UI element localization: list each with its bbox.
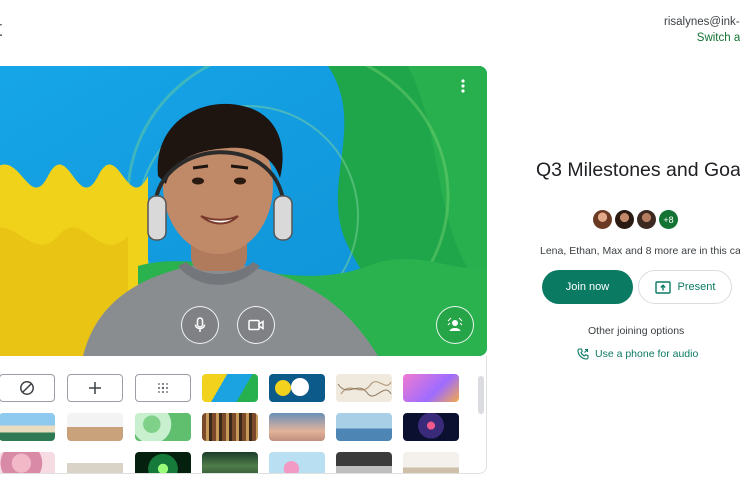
background-thumbnail[interactable] [202,374,258,402]
mic-button[interactable] [181,306,219,344]
video-preview [0,66,487,356]
background-thumbnail[interactable] [0,452,55,473]
background-thumbnail[interactable] [0,413,55,441]
add-background-button[interactable] [67,374,123,402]
switch-account-link[interactable]: Switch ac [664,30,740,46]
other-joining-options-label: Other joining options [588,325,685,337]
avatar [593,210,612,229]
background-thumbnail[interactable] [403,374,459,402]
background-thumbnail[interactable] [202,452,258,473]
more-options-button[interactable] [451,74,475,98]
account-email: risalynes@ink-4 [664,16,740,28]
account-info: risalynes@ink-4 Switch ac [664,14,740,46]
background-thumbnail[interactable] [336,413,392,441]
background-thumbnail[interactable] [135,413,191,441]
background-thumbnail[interactable] [336,452,392,473]
present-button[interactable]: Present [638,270,732,304]
effects-scrollbar[interactable] [478,376,484,414]
use-phone-audio-label: Use a phone for audio [595,348,699,360]
background-thumbnail[interactable] [269,374,325,402]
participant-avatars: +8 [593,210,678,229]
app-brand-fragment: t [0,16,2,42]
background-thumbnail[interactable] [269,452,325,473]
avatar [637,210,656,229]
background-effects-panel [0,356,487,474]
background-thumbnail[interactable] [269,413,325,441]
avatar [615,210,634,229]
add-icon [89,382,101,394]
more-participants-badge: +8 [659,210,678,229]
no-effect-button[interactable] [0,374,55,402]
camera-button[interactable] [237,306,275,344]
present-to-all-icon [654,280,671,294]
background-thumbnail[interactable] [135,452,191,473]
background-effects-icon [447,317,463,331]
more-vert-icon [461,79,465,93]
mic-icon [194,317,206,332]
background-thumbnail[interactable] [67,413,123,441]
blur-background-button[interactable] [135,374,191,402]
blur-icon [158,383,168,393]
participants-status: Lena, Ethan, Max and 8 more are in this … [540,245,740,257]
use-phone-audio-link[interactable]: Use a phone for audio [577,348,698,360]
phone-forwarded-icon [577,348,589,360]
present-label: Present [677,281,716,293]
videocam-icon [248,319,264,331]
block-icon [20,381,34,395]
background-thumbnail[interactable] [202,413,258,441]
background-thumbnail[interactable] [336,374,392,402]
meeting-title: Q3 Milestones and Goa [536,159,740,181]
background-thumbnail[interactable] [67,452,123,473]
background-thumbnail[interactable] [403,413,459,441]
effects-button[interactable] [436,306,474,344]
join-now-button[interactable]: Join now [542,270,633,304]
background-thumbnail[interactable] [403,452,459,473]
